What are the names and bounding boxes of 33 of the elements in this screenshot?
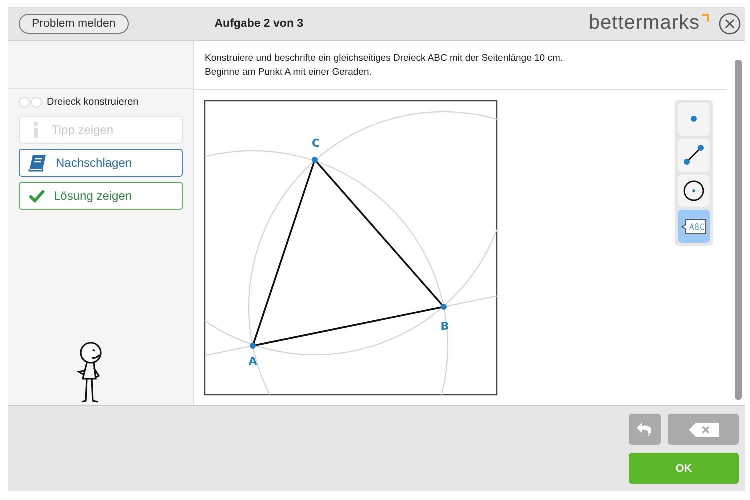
segment-icon [683, 144, 705, 166]
book-icon [28, 154, 48, 172]
point-tool-button[interactable] [678, 103, 710, 136]
point-label: B [440, 320, 450, 333]
report-problem-button[interactable]: Problem melden [19, 14, 129, 34]
check-icon [28, 188, 46, 204]
step-label: Dreieck konstruieren [47, 97, 139, 108]
task-line: Konstruiere und beschrifte ein gleichseitiges Dreieck ABC mit der Seitenlänge 10 cm. [205, 52, 564, 66]
close-button[interactable] [719, 12, 741, 34]
segment-tool-button[interactable] [678, 138, 710, 172]
circle-icon [683, 180, 705, 202]
construction-canvas[interactable]: A B C [204, 100, 498, 396]
ok-button[interactable]: OK [629, 453, 739, 484]
point-icon [690, 115, 698, 124]
undo-icon [636, 422, 654, 438]
point[interactable] [441, 304, 447, 310]
exercise-title: Aufgabe 2 von 3 [214, 18, 304, 30]
scrollbar[interactable] [735, 60, 742, 400]
label-tool-button[interactable] [678, 210, 710, 243]
point[interactable] [250, 343, 256, 349]
solution-button[interactable]: Lösung zeigen [19, 182, 183, 210]
point[interactable] [312, 157, 318, 163]
logo-mark-icon [701, 13, 711, 23]
label-tag-icon [681, 218, 707, 236]
point-label: C [312, 137, 320, 150]
circle-tool-button[interactable] [678, 174, 710, 208]
task-line: Beginne am Punkt A mit einer Geraden. [205, 66, 373, 80]
backspace-icon [688, 422, 718, 436]
close-icon [719, 12, 741, 34]
point-label: A [248, 355, 258, 368]
progress-dots-icon [19, 97, 43, 108]
reference-button[interactable]: Nachschlagen [19, 149, 183, 177]
logo-text: bettermarks [588, 12, 700, 35]
